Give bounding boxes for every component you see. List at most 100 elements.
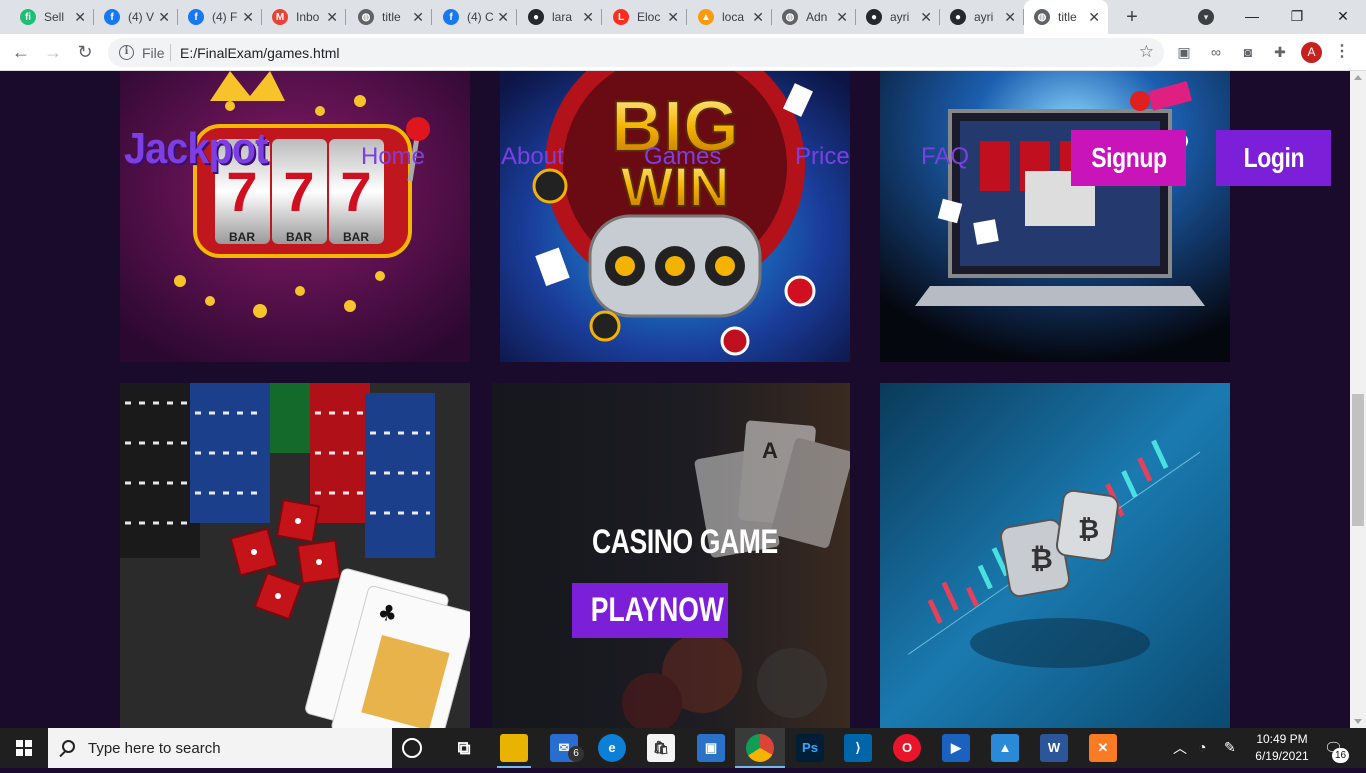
browser-tab[interactable]: ▲ loca ✕ [688, 0, 772, 34]
close-tab-icon[interactable]: ✕ [582, 9, 594, 25]
photos-icon[interactable]: ▲ [991, 734, 1019, 762]
scroll-thumb[interactable] [1352, 394, 1364, 526]
github-icon: ● [866, 9, 882, 25]
chrome-menu-icon[interactable]: ⋮ [1334, 42, 1350, 63]
scroll-up-arrow-icon[interactable] [1354, 75, 1362, 80]
bookmark-star-icon[interactable]: ☆ [1139, 42, 1154, 62]
nav-faq-link[interactable]: FAQ [921, 143, 969, 171]
signup-button[interactable]: Signup [1071, 130, 1186, 186]
nav-price-link[interactable]: Price [795, 143, 850, 171]
camera-extension-icon[interactable]: ◙ [1239, 43, 1257, 61]
close-tab-icon[interactable]: ✕ [1004, 9, 1016, 25]
url-text[interactable]: E:/FinalExam/games.html [180, 45, 340, 61]
casino-game-title: CASINO GAME [592, 523, 778, 561]
browser-tab[interactable]: fi Sell ✕ [10, 0, 94, 34]
opera-icon[interactable]: O [893, 734, 921, 762]
clock-date: 6/19/2021 [1255, 749, 1309, 763]
close-tab-icon[interactable]: ✕ [836, 9, 848, 25]
browser-tab[interactable]: f (4) F ✕ [178, 0, 262, 34]
info-icon[interactable]: i [119, 45, 134, 60]
minimize-button[interactable]: — [1229, 0, 1275, 34]
extensions-puzzle-icon[interactable]: ✚ [1271, 43, 1289, 61]
reload-icon[interactable]: ↻ [73, 41, 97, 65]
close-window-button[interactable]: ✕ [1320, 0, 1366, 34]
close-tab-icon[interactable]: ✕ [920, 9, 932, 25]
photoshop-icon[interactable]: Ps [796, 734, 824, 762]
app-icon[interactable]: ▣ [697, 734, 725, 762]
chrome-icon[interactable] [746, 734, 774, 762]
close-tab-icon[interactable]: ✕ [497, 9, 509, 25]
laravel-icon: L [613, 9, 629, 25]
brand-logo[interactable]: Jackpot [124, 124, 268, 174]
browser-tab[interactable]: ◍ Adn ✕ [772, 0, 856, 34]
bar-symbol: BAR [286, 230, 312, 244]
browser-tab[interactable]: f (4) C ✕ [433, 0, 517, 34]
word-icon[interactable]: W [1040, 734, 1068, 762]
tab-separator [686, 9, 687, 25]
bar-symbol: BAR [229, 230, 255, 244]
pen-icon[interactable]: ✎ [1224, 739, 1236, 756]
browser-tab[interactable]: f (4) V ✕ [94, 0, 178, 34]
edge-icon[interactable]: e [598, 734, 626, 762]
tab-title: (4) V [128, 10, 155, 24]
media-player-icon[interactable]: ▶ [942, 734, 970, 762]
new-tab-button[interactable]: + [1119, 4, 1145, 30]
back-arrow-icon[interactable]: ← [9, 41, 33, 65]
close-tab-icon[interactable]: ✕ [667, 9, 679, 25]
taskbar-clock[interactable]: 10:49 PM 6/19/2021 [1250, 731, 1314, 765]
close-tab-icon[interactable]: ✕ [412, 9, 424, 25]
tab-title: Inbo [296, 10, 320, 24]
close-tab-icon[interactable]: ✕ [242, 9, 254, 25]
browser-tab[interactable]: M Inbo ✕ [262, 0, 346, 34]
forward-arrow-icon[interactable]: → [41, 41, 65, 65]
close-tab-icon[interactable]: ✕ [752, 9, 764, 25]
login-button[interactable]: Login [1216, 130, 1331, 186]
bar-symbol: BAR [343, 230, 369, 244]
close-tab-icon[interactable]: ✕ [1088, 9, 1100, 25]
wifi-icon[interactable]: ◔ [1198, 739, 1206, 755]
close-tab-icon[interactable]: ✕ [158, 9, 170, 25]
browser-tab[interactable]: L Eloc ✕ [603, 0, 687, 34]
facebook-icon: f [188, 9, 204, 25]
tab-title: lara [552, 10, 573, 24]
vertical-scrollbar[interactable] [1350, 71, 1366, 728]
windows-start-icon[interactable] [0, 728, 48, 768]
store-icon[interactable]: 🛍 [647, 734, 675, 762]
xampp-icon[interactable]: ✕ [1089, 734, 1117, 762]
maximize-button[interactable]: ❐ [1274, 0, 1320, 34]
browser-tab[interactable]: ● ayri ✕ [940, 0, 1024, 34]
big-win-image: BIG WIN [500, 71, 850, 362]
scroll-down-arrow-icon[interactable] [1354, 719, 1362, 724]
tray-chevron-icon[interactable]: ︿ [1173, 738, 1187, 758]
link-extension-icon[interactable]: ∞ [1207, 43, 1225, 61]
tab-separator [516, 9, 517, 25]
browser-tab[interactable]: ◍ title ✕ [348, 0, 432, 34]
file-explorer-icon[interactable] [500, 734, 528, 762]
fiverr-icon: fi [20, 9, 36, 25]
vscode-icon[interactable]: ⟩ [844, 734, 872, 762]
nav-home-link[interactable]: Home [361, 143, 425, 171]
nav-about-link[interactable]: About [501, 143, 564, 171]
tab-separator [601, 9, 602, 25]
close-tab-icon[interactable]: ✕ [74, 9, 86, 25]
task-view-icon[interactable]: ⧉ [450, 734, 478, 762]
tab-separator [431, 9, 432, 25]
svg-text:₿: ₿ [1078, 515, 1099, 545]
browser-tab[interactable]: ◍ title ✕ [1024, 0, 1108, 34]
facebook-icon: f [443, 9, 459, 25]
browser-tab[interactable]: ● ayri ✕ [856, 0, 940, 34]
globe-icon: ◍ [1034, 9, 1050, 25]
close-tab-icon[interactable]: ✕ [326, 9, 338, 25]
notification-count-badge: 16 [1332, 748, 1349, 763]
nav-games-link[interactable]: Games [644, 143, 721, 171]
browser-tab[interactable]: ● lara ✕ [518, 0, 602, 34]
play-now-button[interactable]: PLAYNOW [572, 583, 728, 638]
profile-avatar[interactable]: A [1301, 42, 1322, 63]
address-bar[interactable]: i File E:/FinalExam/games.html ☆ [108, 38, 1164, 67]
tab-title: (4) C [467, 10, 494, 24]
taskbar-search-box[interactable]: Type here to search [48, 728, 392, 768]
tab-search-icon[interactable]: ▾ [1198, 9, 1214, 25]
tab-title: ayri [890, 10, 910, 24]
cortana-icon[interactable] [402, 738, 422, 758]
pdf-extension-icon[interactable]: ▣ [1175, 43, 1193, 61]
